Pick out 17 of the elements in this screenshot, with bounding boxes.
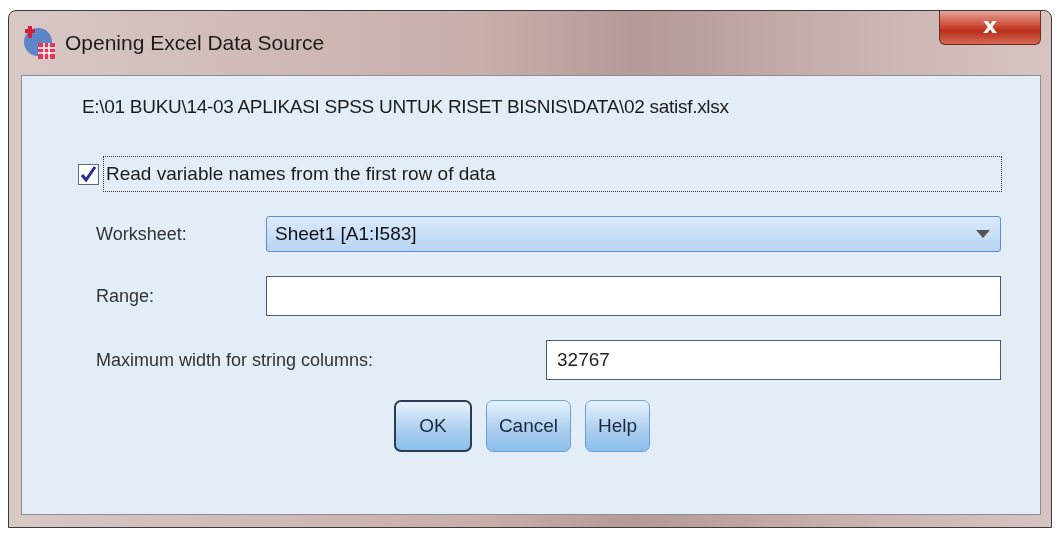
worksheet-dropdown[interactable]: Sheet1 [A1:I583] xyxy=(266,216,1001,252)
file-path: E:\01 BUKU\14-03 APLIKASI SPSS UNTUK RISET BISNIS\DATA\02 satisf.xlsx xyxy=(82,96,730,118)
range-field[interactable] xyxy=(266,276,1001,316)
dialog-button[interactable]: Cancel xyxy=(485,400,572,452)
caret-icon xyxy=(976,230,990,238)
max-width-field[interactable]: 32767 xyxy=(546,340,1001,380)
range-label: Range: xyxy=(96,285,156,307)
dialog-button[interactable]: OK xyxy=(393,400,472,452)
table-icon xyxy=(21,25,57,61)
checkbox-label[interactable]: Read variable names from the first row of data xyxy=(103,156,1002,192)
max-width-label: Maximum width for string columns: xyxy=(96,349,375,371)
close-button[interactable]: x xyxy=(939,11,1041,45)
worksheet-label: Worksheet: xyxy=(96,223,188,245)
checkbox[interactable] xyxy=(78,163,99,185)
dialog-button[interactable]: Help xyxy=(585,400,651,452)
window-title: Opening Excel Data Source xyxy=(65,31,326,55)
check-icon xyxy=(80,165,97,183)
